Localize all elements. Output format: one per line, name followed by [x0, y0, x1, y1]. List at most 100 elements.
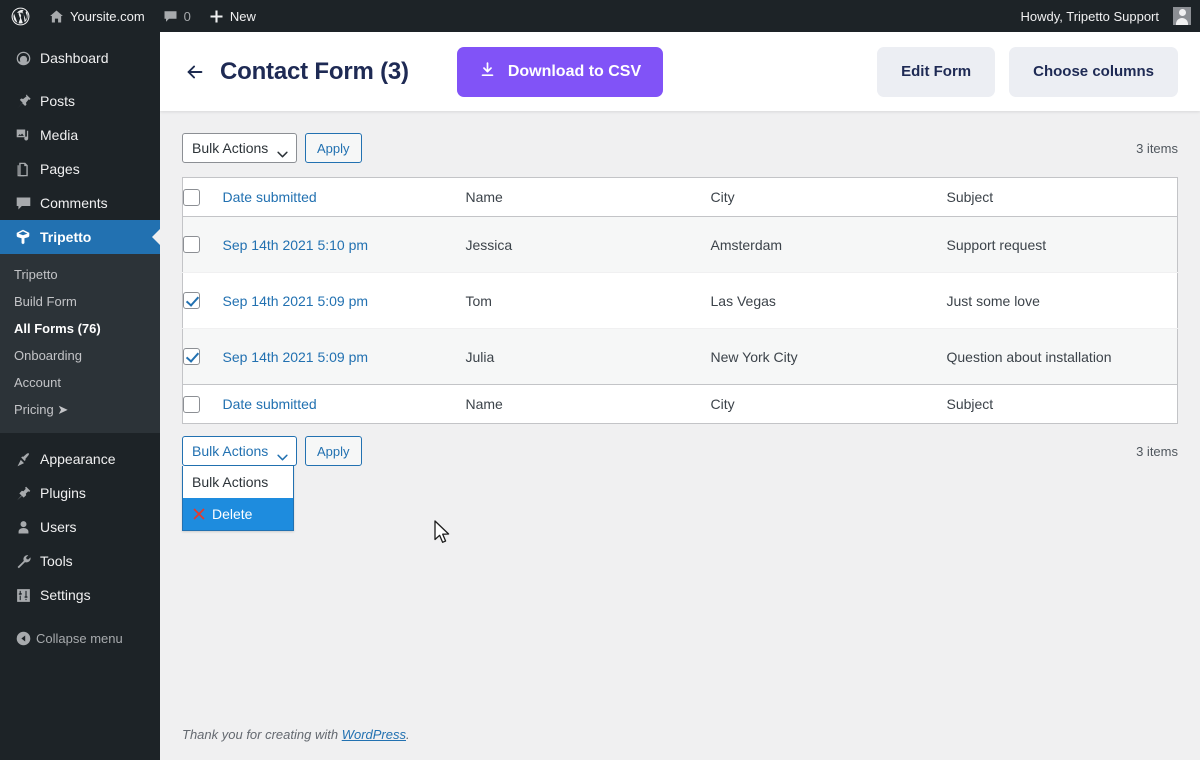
- sidebar-item-tools[interactable]: Tools: [0, 544, 160, 578]
- row-select-cell: [182, 328, 223, 385]
- select-all-checkbox-top[interactable]: [183, 188, 200, 206]
- dashboard-icon: [10, 50, 36, 67]
- site-name-button[interactable]: Yoursite.com: [40, 0, 154, 32]
- sidebar-item-label: Tripetto: [40, 229, 92, 245]
- collapse-menu-button[interactable]: Collapse menu: [0, 621, 160, 655]
- row-date-link[interactable]: Sep 14th 2021 5:09 pm: [223, 293, 369, 309]
- sidebar-item-comments[interactable]: Comments: [0, 186, 160, 220]
- select-all-checkbox-bottom[interactable]: [183, 395, 200, 413]
- submenu-item-account[interactable]: Account: [0, 369, 160, 396]
- sidebar-item-plugins[interactable]: Plugins: [0, 476, 160, 510]
- wordpress-logo-button[interactable]: [0, 0, 40, 32]
- row-date-cell: Sep 14th 2021 5:09 pm: [222, 328, 466, 385]
- column-footer-date[interactable]: Date submitted: [222, 384, 466, 424]
- submenu-item-tripetto[interactable]: Tripetto: [0, 261, 160, 288]
- download-csv-label: Download to CSV: [507, 62, 642, 80]
- entries-table: Date submitted Name City Subject Sep 14t…: [182, 177, 1178, 424]
- plug-icon: [10, 485, 36, 502]
- dropdown-option-delete[interactable]: Delete: [183, 498, 293, 530]
- collapse-arrow-icon: [10, 630, 36, 647]
- sidebar-item-tripetto[interactable]: Tripetto: [0, 220, 160, 254]
- select-all-footer: [182, 384, 223, 424]
- row-checkbox[interactable]: [183, 348, 200, 366]
- home-icon: [49, 9, 64, 24]
- sidebar-item-posts[interactable]: Posts: [0, 84, 160, 118]
- sidebar-separator-1: [0, 75, 160, 84]
- back-arrow-icon[interactable]: [182, 59, 208, 85]
- red-x-icon: [192, 507, 206, 521]
- comments-count: 0: [183, 8, 191, 24]
- mouse-cursor: [434, 520, 452, 551]
- column-header-name-label: Name: [465, 189, 503, 205]
- table-header-row: Date submitted Name City Subject: [182, 177, 1178, 217]
- row-city-cell: New York City: [710, 328, 947, 385]
- edit-form-button[interactable]: Edit Form: [877, 46, 996, 97]
- sidebar-item-media[interactable]: Media: [0, 118, 160, 152]
- sidebar-item-users[interactable]: Users: [0, 510, 160, 544]
- submenu-item-onboarding[interactable]: Onboarding: [0, 342, 160, 369]
- table-head: Date submitted Name City Subject: [182, 177, 1178, 217]
- avatar: [1173, 7, 1191, 25]
- bulk-actions-select-top[interactable]: Bulk Actions: [182, 133, 297, 163]
- comments-button[interactable]: 0: [154, 0, 200, 32]
- sidebar-item-label: Users: [40, 519, 77, 535]
- column-header-date-label: Date submitted: [222, 189, 317, 205]
- column-footer-city: City: [710, 384, 947, 424]
- row-name-cell: Julia: [465, 328, 711, 385]
- column-footer-date-label: Date submitted: [222, 396, 317, 412]
- apply-button-bottom[interactable]: Apply: [305, 436, 362, 466]
- row-name-cell: Jessica: [465, 216, 711, 273]
- pages-icon: [10, 161, 36, 178]
- row-date-link[interactable]: Sep 14th 2021 5:09 pm: [223, 349, 369, 365]
- sidebar-item-dashboard[interactable]: Dashboard: [0, 41, 160, 75]
- paintbrush-icon: [10, 451, 36, 468]
- admin-sidebar: Dashboard Posts Media Pages Comments Tri: [0, 32, 160, 760]
- row-city-cell: Las Vegas: [710, 272, 947, 329]
- media-icon: [10, 127, 36, 144]
- main-content: Contact Form (3) Download to CSV Edit Fo…: [160, 32, 1200, 760]
- account-greeting: Howdy, Tripetto Support: [1020, 8, 1160, 24]
- table-footer-row: Date submitted Name City Subject: [182, 384, 1178, 424]
- bulk-actions-select-wrap-bottom: Bulk Actions Bulk Actions Delete: [182, 436, 297, 531]
- account-menu[interactable]: Howdy, Tripetto Support: [1012, 0, 1200, 32]
- row-checkbox[interactable]: [183, 236, 200, 254]
- row-date-link[interactable]: Sep 14th 2021 5:10 pm: [223, 237, 369, 253]
- table-row: Sep 14th 2021 5:09 pm Tom Las Vegas Just…: [182, 272, 1178, 329]
- select-all-header: [182, 177, 223, 217]
- site-name-label: Yoursite.com: [70, 8, 145, 24]
- column-header-date[interactable]: Date submitted: [222, 177, 466, 217]
- sidebar-item-label: Tools: [40, 553, 73, 569]
- column-footer-city-label: City: [710, 396, 735, 412]
- row-date-cell: Sep 14th 2021 5:10 pm: [222, 216, 466, 273]
- submenu-item-all-forms[interactable]: All Forms (76): [0, 315, 160, 342]
- bulk-actions-select-bottom[interactable]: Bulk Actions: [182, 436, 297, 466]
- sidebar-item-pages[interactable]: Pages: [0, 152, 160, 186]
- row-checkbox[interactable]: [183, 292, 200, 310]
- sidebar-item-settings[interactable]: Settings: [0, 578, 160, 612]
- sidebar-item-appearance[interactable]: Appearance: [0, 442, 160, 476]
- row-select-cell: [182, 272, 223, 329]
- submenu-item-build-form[interactable]: Build Form: [0, 288, 160, 315]
- new-content-button[interactable]: New: [200, 0, 265, 32]
- row-city-cell: Amsterdam: [710, 216, 947, 273]
- row-select-cell: [182, 216, 223, 273]
- sidebar-item-label: Settings: [40, 587, 91, 603]
- download-csv-button[interactable]: Download to CSV: [456, 46, 664, 97]
- dropdown-option-bulk-actions[interactable]: Bulk Actions: [183, 466, 293, 498]
- row-subject-cell: Question about installation: [946, 328, 1178, 385]
- sidebar-item-label: Posts: [40, 93, 76, 109]
- sidebar-item-label: Comments: [40, 195, 108, 211]
- page-title: Contact Form (3): [220, 57, 409, 85]
- column-footer-subject: Subject: [946, 384, 1178, 424]
- pin-icon: [10, 93, 36, 110]
- dropdown-option-label: Delete: [212, 506, 253, 522]
- choose-columns-button[interactable]: Choose columns: [1009, 46, 1178, 97]
- submenu-item-pricing[interactable]: Pricing ➤: [0, 396, 160, 424]
- comment-bubble-icon: [10, 195, 36, 212]
- column-header-subject: Subject: [946, 177, 1178, 217]
- table-foot: Date submitted Name City Subject: [182, 384, 1178, 424]
- sidebar-item-label: Dashboard: [40, 50, 109, 66]
- sidebar-top-gap: [0, 32, 160, 41]
- wordpress-link[interactable]: WordPress: [342, 727, 406, 742]
- apply-button-top[interactable]: Apply: [305, 133, 362, 163]
